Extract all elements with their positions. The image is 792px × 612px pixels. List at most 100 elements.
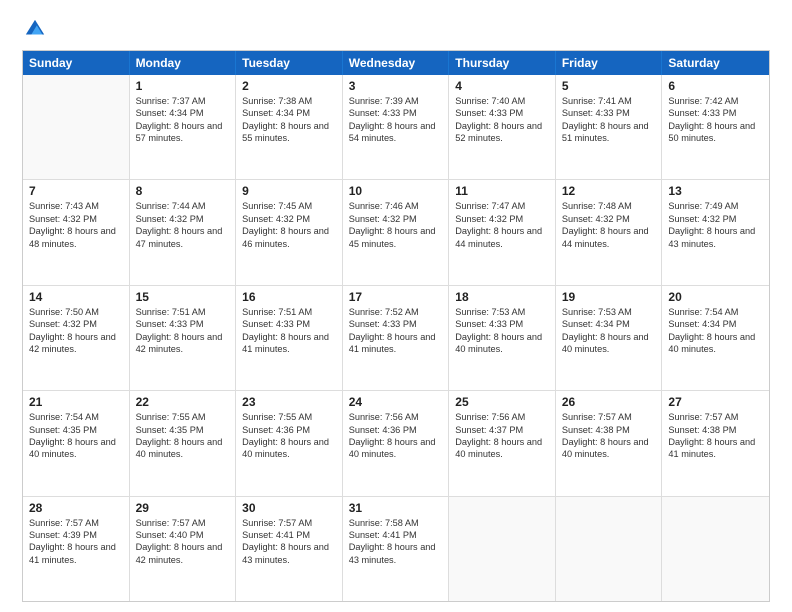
day-number: 11 — [455, 184, 549, 198]
day-info: Sunrise: 7:51 AMSunset: 4:33 PMDaylight:… — [136, 306, 230, 356]
calendar: SundayMondayTuesdayWednesdayThursdayFrid… — [22, 50, 770, 602]
empty-cell — [662, 497, 769, 601]
calendar-row-1: 7Sunrise: 7:43 AMSunset: 4:32 PMDaylight… — [23, 179, 769, 284]
calendar-row-3: 21 Sunrise: 7:54 AMSunset: 4:35 PMDayligh… — [23, 390, 769, 495]
day-cell-4: 4 Sunrise: 7:40 AMSunset: 4:33 PMDaylight… — [449, 75, 556, 179]
day-number: 20 — [668, 290, 763, 304]
weekday-header-sunday: Sunday — [23, 51, 130, 75]
day-cell-29: 29Sunrise: 7:57 AMSunset: 4:40 PMDayligh… — [130, 497, 237, 601]
day-info: Sunrise: 7:57 AMSunset: 4:39 PMDaylight:… — [29, 517, 123, 567]
day-cell-16: 16 Sunrise: 7:51 AMSunset: 4:33 PMDayligh… — [236, 286, 343, 390]
day-info: Sunrise: 7:41 AMSunset: 4:33 PMDaylight:… — [562, 95, 656, 145]
day-number: 14 — [29, 290, 123, 304]
day-cell-9: 9Sunrise: 7:45 AMSunset: 4:32 PMDaylight… — [236, 180, 343, 284]
day-number: 8 — [136, 184, 230, 198]
day-number: 4 — [455, 79, 549, 93]
day-number: 17 — [349, 290, 443, 304]
empty-cell — [556, 497, 663, 601]
day-info: Sunrise: 7:44 AMSunset: 4:32 PMDaylight:… — [136, 200, 230, 250]
day-cell-7: 7Sunrise: 7:43 AMSunset: 4:32 PMDaylight… — [23, 180, 130, 284]
day-cell-30: 30 Sunrise: 7:57 AMSunset: 4:41 PMDayligh… — [236, 497, 343, 601]
day-cell-13: 13 Sunrise: 7:49 AMSunset: 4:32 PMDayligh… — [662, 180, 769, 284]
day-cell-15: 15 Sunrise: 7:51 AMSunset: 4:33 PMDayligh… — [130, 286, 237, 390]
day-info: Sunrise: 7:53 AMSunset: 4:33 PMDaylight:… — [455, 306, 549, 356]
day-number: 30 — [242, 501, 336, 515]
day-info: Sunrise: 7:37 AMSunset: 4:34 PMDaylight:… — [136, 95, 230, 145]
day-number: 25 — [455, 395, 549, 409]
day-number: 13 — [668, 184, 763, 198]
day-number: 23 — [242, 395, 336, 409]
day-number: 27 — [668, 395, 763, 409]
day-number: 7 — [29, 184, 123, 198]
day-info: Sunrise: 7:39 AMSunset: 4:33 PMDaylight:… — [349, 95, 443, 145]
header — [22, 18, 770, 40]
day-cell-21: 21 Sunrise: 7:54 AMSunset: 4:35 PMDayligh… — [23, 391, 130, 495]
day-info: Sunrise: 7:57 AMSunset: 4:38 PMDaylight:… — [562, 411, 656, 461]
calendar-row-2: 14 Sunrise: 7:50 AMSunset: 4:32 PMDayligh… — [23, 285, 769, 390]
day-info: Sunrise: 7:48 AMSunset: 4:32 PMDaylight:… — [562, 200, 656, 250]
day-cell-12: 12 Sunrise: 7:48 AMSunset: 4:32 PMDayligh… — [556, 180, 663, 284]
day-cell-6: 6Sunrise: 7:42 AMSunset: 4:33 PMDaylight… — [662, 75, 769, 179]
weekday-header-saturday: Saturday — [662, 51, 769, 75]
day-info: Sunrise: 7:49 AMSunset: 4:32 PMDaylight:… — [668, 200, 763, 250]
day-cell-31: 31 Sunrise: 7:58 AMSunset: 4:41 PMDayligh… — [343, 497, 450, 601]
day-number: 18 — [455, 290, 549, 304]
day-number: 28 — [29, 501, 123, 515]
day-cell-14: 14 Sunrise: 7:50 AMSunset: 4:32 PMDayligh… — [23, 286, 130, 390]
day-number: 12 — [562, 184, 656, 198]
empty-cell — [449, 497, 556, 601]
day-number: 16 — [242, 290, 336, 304]
day-number: 24 — [349, 395, 443, 409]
day-number: 15 — [136, 290, 230, 304]
day-cell-17: 17 Sunrise: 7:52 AMSunset: 4:33 PMDayligh… — [343, 286, 450, 390]
day-number: 31 — [349, 501, 443, 515]
day-info: Sunrise: 7:56 AMSunset: 4:37 PMDaylight:… — [455, 411, 549, 461]
day-number: 19 — [562, 290, 656, 304]
calendar-row-0: 1 Sunrise: 7:37 AMSunset: 4:34 PMDaylight… — [23, 75, 769, 179]
day-cell-24: 24 Sunrise: 7:56 AMSunset: 4:36 PMDayligh… — [343, 391, 450, 495]
weekday-header-wednesday: Wednesday — [343, 51, 450, 75]
page: SundayMondayTuesdayWednesdayThursdayFrid… — [0, 0, 792, 612]
weekday-header-tuesday: Tuesday — [236, 51, 343, 75]
day-cell-18: 18 Sunrise: 7:53 AMSunset: 4:33 PMDayligh… — [449, 286, 556, 390]
day-info: Sunrise: 7:54 AMSunset: 4:34 PMDaylight:… — [668, 306, 763, 356]
day-number: 10 — [349, 184, 443, 198]
day-cell-11: 11Sunrise: 7:47 AMSunset: 4:32 PMDayligh… — [449, 180, 556, 284]
day-number: 21 — [29, 395, 123, 409]
day-cell-19: 19 Sunrise: 7:53 AMSunset: 4:34 PMDayligh… — [556, 286, 663, 390]
calendar-row-4: 28 Sunrise: 7:57 AMSunset: 4:39 PMDayligh… — [23, 496, 769, 601]
calendar-header: SundayMondayTuesdayWednesdayThursdayFrid… — [23, 51, 769, 75]
day-cell-3: 3 Sunrise: 7:39 AMSunset: 4:33 PMDaylight… — [343, 75, 450, 179]
day-info: Sunrise: 7:57 AMSunset: 4:41 PMDaylight:… — [242, 517, 336, 567]
day-cell-22: 22Sunrise: 7:55 AMSunset: 4:35 PMDayligh… — [130, 391, 237, 495]
day-cell-5: 5 Sunrise: 7:41 AMSunset: 4:33 PMDaylight… — [556, 75, 663, 179]
day-info: Sunrise: 7:38 AMSunset: 4:34 PMDaylight:… — [242, 95, 336, 145]
day-info: Sunrise: 7:46 AMSunset: 4:32 PMDaylight:… — [349, 200, 443, 250]
day-info: Sunrise: 7:55 AMSunset: 4:36 PMDaylight:… — [242, 411, 336, 461]
day-number: 2 — [242, 79, 336, 93]
day-info: Sunrise: 7:55 AMSunset: 4:35 PMDaylight:… — [136, 411, 230, 461]
day-info: Sunrise: 7:52 AMSunset: 4:33 PMDaylight:… — [349, 306, 443, 356]
weekday-header-monday: Monday — [130, 51, 237, 75]
day-cell-2: 2 Sunrise: 7:38 AMSunset: 4:34 PMDaylight… — [236, 75, 343, 179]
logo-icon — [24, 18, 46, 40]
day-cell-20: 20 Sunrise: 7:54 AMSunset: 4:34 PMDayligh… — [662, 286, 769, 390]
day-info: Sunrise: 7:56 AMSunset: 4:36 PMDaylight:… — [349, 411, 443, 461]
day-info: Sunrise: 7:57 AMSunset: 4:38 PMDaylight:… — [668, 411, 763, 461]
day-cell-26: 26 Sunrise: 7:57 AMSunset: 4:38 PMDayligh… — [556, 391, 663, 495]
calendar-body: 1 Sunrise: 7:37 AMSunset: 4:34 PMDaylight… — [23, 75, 769, 601]
day-info: Sunrise: 7:50 AMSunset: 4:32 PMDaylight:… — [29, 306, 123, 356]
day-cell-23: 23 Sunrise: 7:55 AMSunset: 4:36 PMDayligh… — [236, 391, 343, 495]
day-info: Sunrise: 7:58 AMSunset: 4:41 PMDaylight:… — [349, 517, 443, 567]
day-number: 26 — [562, 395, 656, 409]
day-cell-10: 10 Sunrise: 7:46 AMSunset: 4:32 PMDayligh… — [343, 180, 450, 284]
day-number: 3 — [349, 79, 443, 93]
day-number: 1 — [136, 79, 230, 93]
day-cell-1: 1 Sunrise: 7:37 AMSunset: 4:34 PMDaylight… — [130, 75, 237, 179]
day-info: Sunrise: 7:40 AMSunset: 4:33 PMDaylight:… — [455, 95, 549, 145]
day-info: Sunrise: 7:53 AMSunset: 4:34 PMDaylight:… — [562, 306, 656, 356]
day-info: Sunrise: 7:51 AMSunset: 4:33 PMDaylight:… — [242, 306, 336, 356]
day-info: Sunrise: 7:54 AMSunset: 4:35 PMDaylight:… — [29, 411, 123, 461]
empty-cell — [23, 75, 130, 179]
day-number: 5 — [562, 79, 656, 93]
